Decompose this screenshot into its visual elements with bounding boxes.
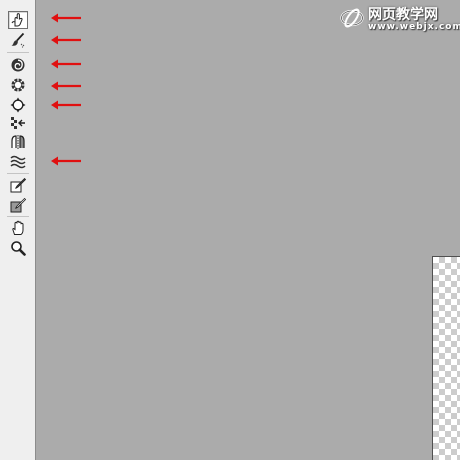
hand-icon xyxy=(12,220,24,235)
preview-canvas-area[interactable] xyxy=(36,0,460,460)
push-left-tool-button[interactable] xyxy=(8,114,28,132)
toolbar-separator xyxy=(7,173,29,174)
liquify-toolbar xyxy=(0,0,36,460)
annotation-arrow-icon xyxy=(51,156,81,166)
twirl-icon xyxy=(11,58,25,72)
bloat-icon xyxy=(10,97,26,113)
hand-tool-button[interactable] xyxy=(8,219,28,237)
push-left-icon xyxy=(11,117,25,129)
freeze-mask-icon xyxy=(10,177,26,193)
annotation-arrow-icon xyxy=(51,59,81,69)
thaw-mask-icon xyxy=(10,197,26,213)
pucker-icon xyxy=(11,78,25,92)
turbulence-tool-button[interactable] xyxy=(8,152,28,170)
mirror-tool-button[interactable] xyxy=(8,133,28,151)
annotation-arrow-icon xyxy=(51,100,81,110)
watermark-url: www.webjx.com xyxy=(368,22,460,32)
annotation-arrow-icon xyxy=(51,81,81,91)
site-watermark: 网页教学网 www.webjx.com xyxy=(340,4,460,34)
transparent-image-preview[interactable] xyxy=(432,256,460,460)
webjx-logo-icon xyxy=(340,8,364,28)
annotation-arrow-icon xyxy=(51,13,81,23)
watermark-title: 网页教学网 xyxy=(368,7,438,23)
bloat-tool-button[interactable] xyxy=(8,96,28,114)
turbulence-icon xyxy=(10,155,26,169)
zoom-tool-button[interactable] xyxy=(8,239,28,257)
brush-reconstruct-icon xyxy=(11,32,25,48)
finger-warp-icon xyxy=(11,13,23,27)
toolbar-separator xyxy=(7,216,29,217)
zoom-icon xyxy=(11,241,26,256)
thaw-mask-tool-button[interactable] xyxy=(8,196,28,214)
mirror-icon xyxy=(11,135,25,149)
freeze-mask-tool-button[interactable] xyxy=(8,176,28,194)
twirl-clockwise-tool-button[interactable] xyxy=(8,56,28,74)
annotation-arrow-icon xyxy=(51,35,81,45)
reconstruct-tool-button[interactable] xyxy=(8,31,28,49)
forward-warp-tool-button[interactable] xyxy=(8,11,28,29)
toolbar-separator xyxy=(7,52,29,53)
pucker-tool-button[interactable] xyxy=(8,76,28,94)
